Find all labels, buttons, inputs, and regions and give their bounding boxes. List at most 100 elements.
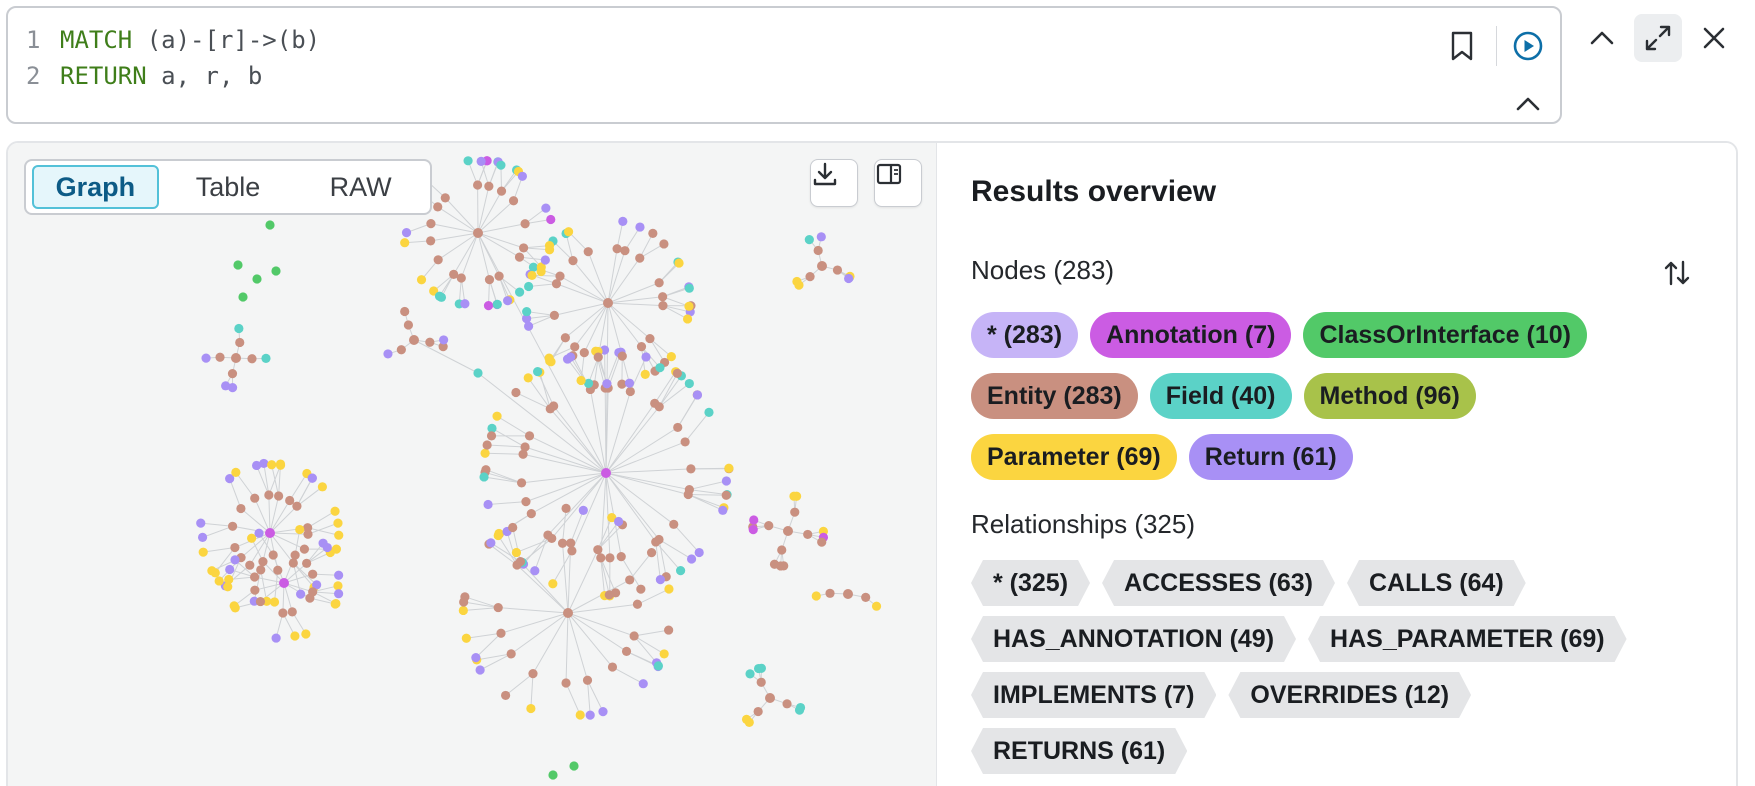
graph-node[interactable] [575,710,585,720]
graph-node[interactable] [269,597,280,607]
graph-node[interactable] [579,348,589,358]
graph-node[interactable] [396,345,406,355]
graph-node[interactable] [471,653,481,663]
code-area[interactable]: 1 MATCH (a)-[r]->(b) 2 RETURN a, r, b [26,22,320,94]
graph-node[interactable] [629,631,639,641]
graph-node[interactable] [201,353,211,363]
graph-node[interactable] [459,597,469,607]
graph-node[interactable] [271,633,281,643]
graph-node[interactable] [617,351,627,361]
graph-node[interactable] [252,274,262,284]
graph-node[interactable] [520,442,530,452]
graph-node[interactable] [494,271,504,281]
graph-node[interactable] [832,265,843,275]
graph-node[interactable] [641,352,651,362]
graph-node[interactable] [250,493,260,503]
graph-node[interactable] [425,337,435,347]
graph-node[interactable] [486,431,497,441]
graph-node[interactable] [273,565,283,575]
tab-table[interactable]: Table [165,165,292,209]
graph-node[interactable] [680,437,690,447]
graph-node[interactable] [548,770,558,780]
graph-node[interactable] [461,633,471,643]
graph-node[interactable] [593,545,603,555]
graph-node[interactable] [225,564,235,575]
graph-node[interactable] [549,310,560,320]
close-frame-button[interactable] [1690,14,1738,62]
tab-raw[interactable]: RAW [297,165,424,209]
graph-node[interactable] [197,532,208,543]
graph-node[interactable] [433,202,443,212]
graph-node[interactable] [517,171,527,181]
graph-node[interactable] [548,579,558,589]
graph-node[interactable] [496,628,506,638]
graph-node[interactable] [561,678,571,688]
graph-node[interactable] [655,575,666,585]
graph-node[interactable] [440,193,450,203]
graph-node[interactable] [317,482,328,492]
graph-node[interactable] [620,246,630,256]
graph-node[interactable] [745,669,755,679]
graph-node[interactable] [308,569,318,579]
graph-node[interactable] [463,156,473,166]
graph-node[interactable] [635,253,645,263]
graph-node[interactable] [533,366,543,377]
graph-node[interactable] [484,181,494,191]
graph-node[interactable] [526,508,536,519]
graph-node[interactable] [486,538,496,548]
graph-node[interactable] [483,499,493,510]
graph-node[interactable] [307,473,317,483]
graph-node[interactable] [683,489,693,500]
fullscreen-button[interactable] [1634,14,1682,62]
graph-node[interactable] [458,605,468,616]
graph-node[interactable] [484,275,495,285]
graph-node[interactable] [520,219,530,229]
graph-node[interactable] [684,301,694,311]
graph-node[interactable] [521,497,531,507]
graph-node[interactable] [632,599,643,609]
node-chip[interactable]: * (283) [971,312,1079,358]
graph-node[interactable] [292,501,302,511]
graph-node[interactable] [334,530,344,540]
graph-node[interactable] [658,301,668,311]
graph-node[interactable] [214,576,224,586]
graph-node[interactable] [795,702,806,713]
graph-node[interactable] [582,675,593,685]
graph-node[interactable] [503,296,513,306]
graph-node[interactable] [825,588,835,598]
graph-node[interactable] [636,342,647,352]
graph-node[interactable] [264,490,274,500]
graph-node[interactable] [506,649,516,659]
graph-visualization[interactable] [8,143,936,786]
graph-node[interactable] [672,368,682,378]
relationship-chip[interactable]: RETURNS (61) [971,728,1187,774]
graph-node[interactable] [334,589,344,599]
graph-node[interactable] [285,495,295,506]
query-editor[interactable]: 1 MATCH (a)-[r]->(b) 2 RETURN a, r, b [6,6,1562,124]
graph-node[interactable] [279,578,289,588]
graph-node[interactable] [296,589,306,599]
graph-node[interactable] [756,677,766,687]
graph-node[interactable] [694,547,704,558]
graph-node[interactable] [278,608,288,618]
relationship-chip[interactable]: HAS_PARAMETER (69) [1308,616,1627,662]
graph-node[interactable] [576,375,586,386]
graph-node[interactable] [753,663,764,674]
graph-node[interactable] [524,281,534,292]
graph-node[interactable] [229,601,239,611]
graph-node[interactable] [603,298,613,308]
graph-node[interactable] [255,596,266,607]
graph-node[interactable] [635,222,645,232]
graph-node[interactable] [653,661,663,671]
graph-node[interactable] [215,352,225,362]
graph-node[interactable] [493,602,503,613]
graph-node[interactable] [536,266,546,277]
graph-node[interactable] [473,228,483,238]
graph-node[interactable] [275,459,286,469]
graph-node[interactable] [501,690,511,701]
graph-node[interactable] [811,591,821,601]
relationship-chip[interactable]: OVERRIDES (12) [1228,672,1471,718]
graph-node[interactable] [230,542,240,553]
graph-node[interactable] [515,287,525,297]
graph-node[interactable] [844,273,854,284]
